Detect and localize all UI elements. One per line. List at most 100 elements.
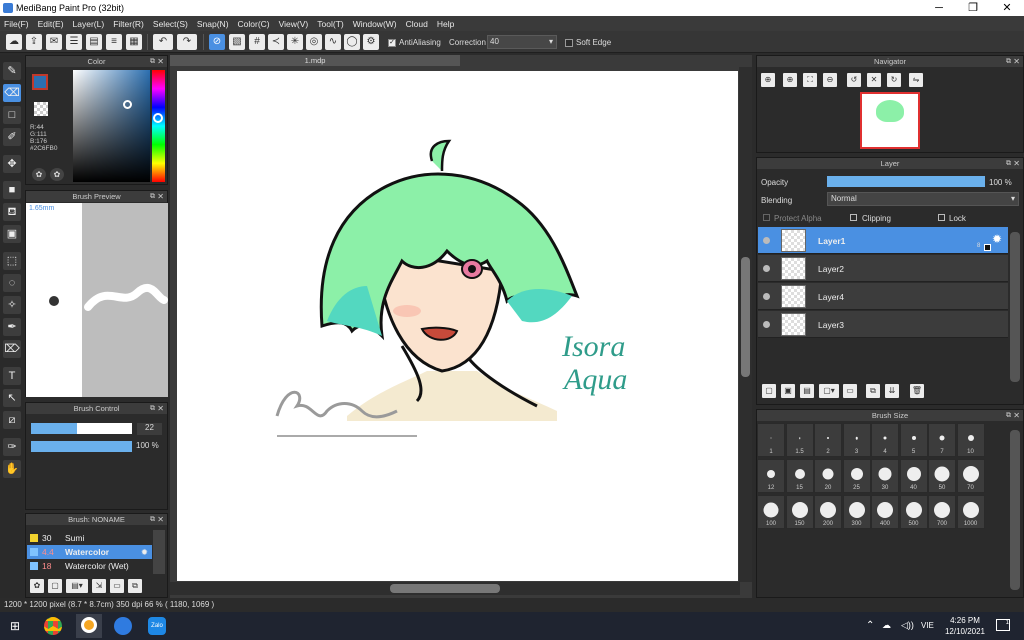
merge-layer-icon[interactable]: ⇊	[885, 384, 899, 398]
grid-snap-icon[interactable]: #	[249, 34, 265, 50]
color-settings-icon[interactable]: ✿	[50, 168, 64, 181]
bucket-tool-icon[interactable]: ⛾	[3, 203, 21, 221]
upload-icon[interactable]: ⇪	[26, 34, 42, 50]
correction-select[interactable]: 40 ▾	[487, 35, 557, 49]
copy-icon[interactable]: ⧉	[128, 579, 142, 593]
hue-cursor[interactable]	[153, 113, 163, 123]
brush-size-cell[interactable]: 20	[814, 459, 842, 493]
gradient-tool-icon[interactable]: ▣	[3, 225, 21, 243]
transparent-swatch[interactable]	[34, 102, 48, 116]
brush-size-cell[interactable]: 50	[928, 459, 956, 493]
grid-icon[interactable]: ▦	[126, 34, 142, 50]
brush-size-cell[interactable]: 500	[899, 495, 928, 529]
eyedropper-icon[interactable]: ✑	[3, 438, 21, 456]
brush-size-cell[interactable]: 700	[928, 495, 956, 529]
close-icon[interactable]: ✕	[1013, 410, 1020, 421]
network-icon[interactable]: ☁	[882, 620, 891, 631]
size-value[interactable]: 22	[137, 423, 162, 435]
blending-select[interactable]: Normal ▾	[827, 192, 1019, 206]
move-tool-icon[interactable]: ✥	[3, 155, 21, 173]
undock-icon[interactable]: ⧉	[150, 403, 155, 414]
list-icon[interactable]: ≡	[106, 34, 122, 50]
layer-row[interactable]: Layer2	[758, 255, 1008, 282]
chrome-icon[interactable]	[44, 617, 62, 635]
radial-snap-icon[interactable]: ≺	[268, 34, 284, 50]
vertical-scroll-thumb[interactable]	[741, 257, 750, 377]
visibility-icon[interactable]	[763, 265, 770, 272]
undock-icon[interactable]: ⧉	[1006, 410, 1011, 421]
select-eraser-icon[interactable]: ⌦	[3, 340, 21, 358]
layer-opacity-slider[interactable]	[827, 176, 985, 187]
menu-tool[interactable]: Tool(T)	[317, 19, 343, 29]
brush-item-watercolor[interactable]: 4.4 Watercolor ✹	[27, 545, 152, 559]
brush-size-cell[interactable]: 200	[814, 495, 842, 529]
hand-tool-icon[interactable]: ✋	[3, 460, 21, 478]
redo-icon[interactable]: ↷	[177, 34, 197, 50]
zalo-icon[interactable]: Zalo	[148, 617, 166, 635]
menu-filter[interactable]: Filter(R)	[113, 19, 144, 29]
divide-tool-icon[interactable]: ⧄	[3, 411, 21, 429]
horizontal-scrollbar[interactable]	[170, 582, 740, 595]
visibility-icon[interactable]	[763, 321, 770, 328]
eraser-tool-icon[interactable]: ⌫	[3, 84, 21, 102]
undock-icon[interactable]: ⧉	[1006, 158, 1011, 169]
brush-size-cell[interactable]: 4	[871, 423, 899, 457]
brush-size-scrollbar[interactable]	[1010, 430, 1020, 590]
snap-off-icon[interactable]: ⊘	[209, 34, 225, 50]
gear-icon[interactable]: ✹	[992, 232, 1002, 246]
primary-color-swatch[interactable]	[32, 74, 48, 90]
new-folder-icon[interactable]: ▭	[843, 384, 857, 398]
layer-add-menu-icon[interactable]: ▢▾	[819, 384, 839, 398]
chevron-up-icon[interactable]: ⌃	[866, 620, 874, 631]
close-icon[interactable]: ✕	[157, 514, 164, 525]
parallel-snap-icon[interactable]: ▧	[229, 34, 245, 50]
palette-icon[interactable]: ✿	[32, 168, 46, 181]
brush-size-cell[interactable]: 7	[928, 423, 956, 457]
brush-item-watercolor-wet[interactable]: 18 Watercolor (Wet)	[27, 559, 152, 573]
lasso-icon[interactable]: ◌	[3, 274, 21, 292]
brush-item-sumi[interactable]: 30 Sumi	[27, 531, 152, 545]
menu-cloud[interactable]: Cloud	[406, 19, 428, 29]
menu-layer[interactable]: Layer(L)	[73, 19, 105, 29]
brush-size-cell[interactable]: 3	[842, 423, 871, 457]
menu-window[interactable]: Window(W)	[353, 19, 397, 29]
brush-size-cell[interactable]: 5	[899, 423, 928, 457]
trash-icon[interactable]: 🗑	[910, 384, 924, 398]
medibang-taskbar-button[interactable]	[76, 614, 102, 638]
opacity-slider[interactable]	[31, 441, 132, 452]
folder-icon[interactable]: ▭	[110, 579, 124, 593]
document-icon[interactable]: ▤	[86, 34, 102, 50]
language-indicator[interactable]: VIE	[921, 621, 934, 630]
brush-size-cell[interactable]: 30	[871, 459, 899, 493]
concentric-snap-icon[interactable]: ◎	[306, 34, 322, 50]
rotate-left-icon[interactable]: ↺	[847, 73, 861, 87]
vertical-scrollbar[interactable]	[739, 67, 752, 582]
select-rect-icon[interactable]: ⬚	[3, 252, 21, 270]
close-icon[interactable]: ✕	[157, 56, 164, 67]
undock-icon[interactable]: ⧉	[1006, 56, 1011, 67]
app-icon[interactable]	[114, 617, 132, 635]
close-icon[interactable]: ✕	[157, 191, 164, 202]
clipping-checkbox[interactable]	[850, 214, 857, 221]
text-tool-icon[interactable]: T	[3, 367, 21, 385]
brush-size-cell[interactable]: 1000	[956, 495, 985, 529]
radial-lines-icon[interactable]: ✳	[287, 34, 303, 50]
brush-size-cell[interactable]: 300	[842, 495, 871, 529]
notification-icon[interactable]: 1	[996, 619, 1010, 631]
brush-list-scrollbar[interactable]	[153, 530, 165, 574]
snap-settings-icon[interactable]: ⚙	[363, 34, 379, 50]
brush-size-cell[interactable]: 100	[757, 495, 785, 529]
brush-size-cell[interactable]: 150	[785, 495, 814, 529]
close-icon[interactable]: ✕	[1013, 56, 1020, 67]
horizontal-scroll-thumb[interactable]	[390, 584, 500, 593]
menu-edit[interactable]: Edit(E)	[38, 19, 64, 29]
rotate-right-icon[interactable]: ↻	[887, 73, 901, 87]
operation-tool-icon[interactable]: ↖	[3, 389, 21, 407]
menu-snap[interactable]: Snap(N)	[197, 19, 229, 29]
brush-size-cell[interactable]: 1	[757, 423, 785, 457]
windows-start-icon[interactable]: ⊞	[10, 620, 22, 632]
brush-size-cell[interactable]: 25	[842, 459, 871, 493]
brush-size-cell[interactable]: 40	[899, 459, 928, 493]
new-layer-icon[interactable]: ▢	[762, 384, 776, 398]
layer-row[interactable]: Layer1 8 ✹	[758, 227, 1008, 254]
